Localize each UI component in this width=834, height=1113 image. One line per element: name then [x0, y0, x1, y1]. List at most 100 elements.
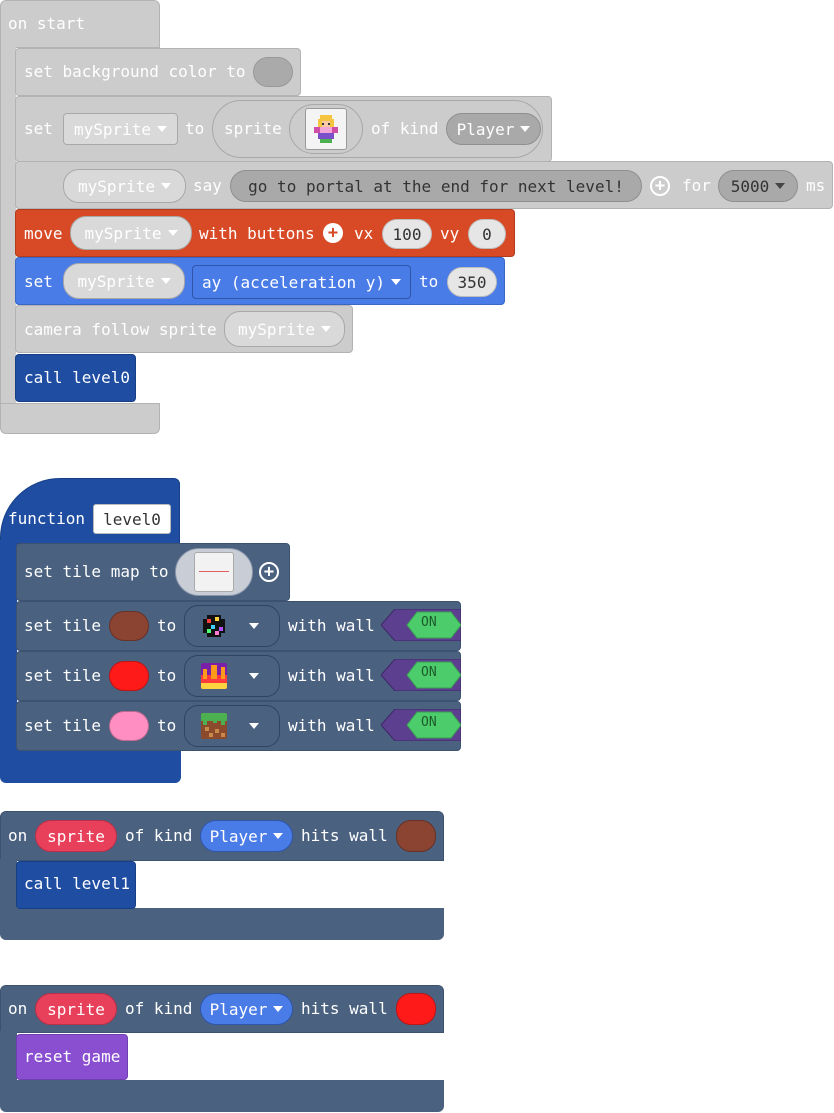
set-ay-to-label: to — [419, 272, 439, 291]
say-inner-block — [56, 164, 60, 206]
vy-input[interactable]: 0 — [468, 219, 506, 249]
on-start-spine — [0, 46, 16, 408]
ay-sprite-label: mySprite — [77, 271, 155, 291]
say-text-value: go to portal at the end for next level! — [248, 176, 624, 196]
vx-input[interactable]: 100 — [382, 219, 432, 249]
say-text-input[interactable]: go to portal at the end for next level! — [230, 170, 642, 202]
tile-image-dropdown[interactable] — [184, 655, 280, 697]
background-color-swatch[interactable] — [253, 57, 293, 87]
duration-value: 5000 — [730, 176, 770, 196]
move-sprite-dropdown[interactable]: mySprite — [70, 216, 192, 250]
camera-sprite-dropdown[interactable]: mySprite — [224, 311, 345, 347]
wall-toggle-label: ON — [421, 665, 437, 680]
set-ay-label: set — [24, 272, 53, 291]
wall-toggle[interactable]: ON — [380, 608, 462, 642]
ay-value-input[interactable]: 350 — [447, 267, 497, 297]
kind-label: Player — [456, 119, 515, 139]
hits-wall-label: hits wall — [301, 826, 388, 845]
chevron-down-icon — [321, 326, 332, 332]
move-label: move — [24, 224, 63, 243]
fire-tile-icon — [201, 663, 227, 689]
sprite-image-field[interactable] — [289, 104, 363, 154]
camera-sprite-label: mySprite — [237, 319, 316, 339]
sprite-label: sprite — [224, 119, 282, 138]
tile-to-label: to — [157, 666, 177, 685]
chevron-down-icon — [775, 183, 786, 189]
sprite-variable-dropdown[interactable]: mySprite — [63, 113, 178, 145]
ay-value: 350 — [457, 272, 487, 292]
chevron-down-icon — [249, 673, 259, 679]
function-footer — [0, 748, 181, 783]
say-sprite-dropdown[interactable]: mySprite — [63, 169, 186, 203]
say-label: say — [193, 176, 222, 195]
vx-value: 100 — [392, 224, 422, 244]
on-label: on — [8, 999, 28, 1018]
add-parameter-icon[interactable]: + — [650, 176, 670, 196]
tile-to-label: to — [157, 716, 177, 735]
function-name-value: level0 — [103, 509, 161, 529]
set-background-label: set background color to — [24, 62, 246, 81]
wall-color-swatch[interactable] — [396, 820, 436, 852]
with-wall-label: with wall — [288, 716, 375, 735]
expand-parameters-icon[interactable]: + — [323, 223, 343, 243]
on-start-footer — [0, 403, 160, 434]
tile-image-dropdown[interactable] — [184, 705, 280, 747]
wall-toggle[interactable]: ON — [380, 708, 462, 742]
sprite-param-label: sprite — [47, 826, 105, 846]
of-kind-label: of kind — [125, 826, 193, 845]
kind-dropdown[interactable]: Player — [200, 820, 293, 852]
ms-label: ms — [806, 176, 826, 195]
sprite-param[interactable]: sprite — [35, 820, 117, 852]
ay-sprite-dropdown[interactable]: mySprite — [63, 263, 185, 299]
sprite-param[interactable]: sprite — [35, 993, 117, 1025]
kind-label: Player — [209, 826, 268, 846]
function-keyword: function — [8, 509, 86, 528]
wall-color-swatch[interactable] — [396, 993, 436, 1025]
with-wall-label: with wall — [288, 666, 375, 685]
chevron-down-icon — [167, 230, 178, 236]
wall-toggle[interactable]: ON — [380, 658, 462, 692]
tile-color-swatch[interactable] — [109, 661, 149, 691]
set-tile-map-label: set tile map to — [24, 562, 169, 581]
tile-map-field[interactable] — [175, 548, 253, 596]
tile-map-preview — [194, 552, 234, 592]
on-hits-wall-footer — [0, 1080, 444, 1112]
chevron-down-icon — [161, 183, 172, 189]
on-hits-wall-spine — [0, 859, 17, 909]
tile-color-swatch[interactable] — [109, 611, 149, 641]
for-label: for — [682, 176, 711, 195]
on-start-label: on start — [8, 14, 86, 33]
kind-dropdown[interactable]: Player — [446, 113, 541, 145]
vy-value: 0 — [482, 224, 492, 244]
of-kind-label: of kind — [125, 999, 193, 1018]
chevron-down-icon — [249, 623, 259, 629]
property-dropdown[interactable]: ay (acceleration y) — [192, 265, 411, 299]
kind-dropdown[interactable]: Player — [200, 993, 293, 1025]
function-name-input[interactable]: level0 — [93, 504, 171, 534]
on-label: on — [8, 826, 28, 845]
sprite-param-label: sprite — [47, 999, 105, 1019]
tile-image-dropdown[interactable] — [184, 605, 280, 647]
dark-sparkle-tile-icon — [201, 613, 227, 639]
tile-color-swatch[interactable] — [109, 711, 149, 741]
say-sprite-label: mySprite — [77, 176, 156, 196]
chevron-down-icon — [273, 1006, 284, 1012]
tile-map-line — [199, 571, 229, 572]
set-tile-label: set tile — [24, 716, 102, 735]
camera-follow-label: camera follow sprite — [24, 320, 217, 339]
chevron-down-icon — [249, 723, 259, 729]
function-spine — [0, 540, 17, 752]
move-sprite-label: mySprite — [84, 223, 162, 243]
call-level1-label: call level1 — [24, 874, 130, 893]
set-tile-label: set tile — [24, 666, 102, 685]
add-tile-map-icon[interactable]: + — [259, 562, 279, 582]
chevron-down-icon — [391, 279, 402, 285]
sprite-variable-label: mySprite — [73, 119, 152, 139]
set-tile-label: set tile — [24, 616, 102, 635]
duration-dropdown[interactable]: 5000 — [718, 170, 798, 202]
sprite-image-frame — [305, 108, 347, 150]
reset-game-label: reset game — [24, 1047, 121, 1066]
kind-label: Player — [209, 999, 268, 1019]
chevron-down-icon — [157, 126, 168, 132]
chevron-down-icon — [520, 126, 531, 132]
